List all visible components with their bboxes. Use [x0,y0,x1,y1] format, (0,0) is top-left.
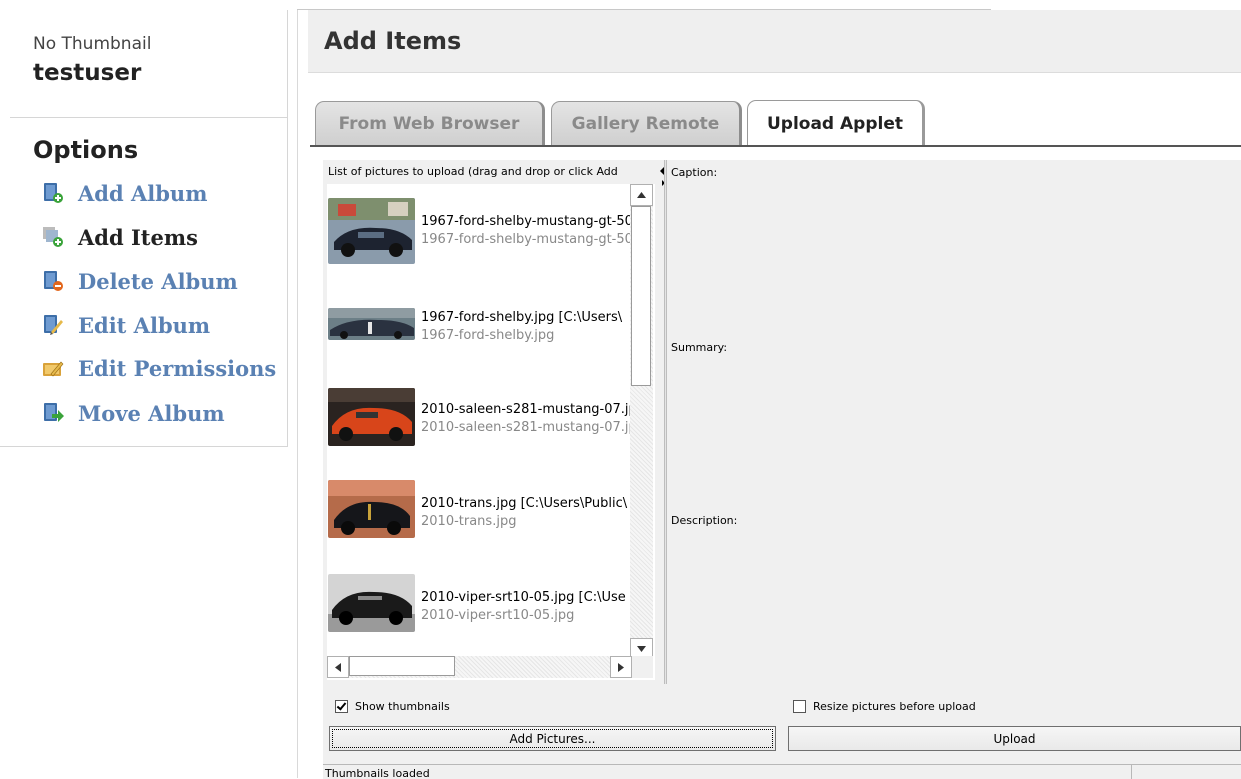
checkbox-box[interactable] [335,700,348,713]
tab-bar-underline [310,145,1241,147]
page-title: Add Items [324,27,462,55]
sidebar-item-add-items[interactable]: Add Items [42,224,198,250]
arrow-right-icon [618,662,624,672]
description-field[interactable] [743,512,1233,662]
sidebar-item-label: Delete Album [78,268,238,294]
sidebar-item-label: Add Album [78,180,208,206]
delete-album-icon [44,271,63,291]
album-owner-name: testuser [33,60,142,86]
arrow-left-icon [335,662,341,672]
file-caption: 1967-ford-shelby-mustang-gt-50 [421,232,633,247]
caption-field[interactable] [743,164,1233,314]
vertical-scrollbar[interactable] [630,184,653,660]
upload-applet: List of pictures to upload (drag and dro… [323,160,1241,779]
resize-pictures-checkbox[interactable]: Resize pictures before upload [793,700,976,713]
sidebar-item-edit-permissions[interactable]: Edit Permissions [42,355,276,381]
album-thumbnail-placeholder: No Thumbnail [33,34,152,54]
horizontal-scroll-thumb[interactable] [349,656,455,676]
sidebar-item-edit-album[interactable]: Edit Album [42,312,210,338]
file-name: 2010-saleen-s281-mustang-07.jp [421,402,633,417]
add-album-icon [44,183,63,203]
caption-label: Caption: [671,166,718,179]
status-text: Thumbnails loaded [323,765,1132,779]
horizontal-scrollbar[interactable] [327,656,632,678]
split-pane-divider[interactable] [664,160,667,684]
sidebar-item-label: Edit Permissions [78,355,277,381]
scroll-left-button[interactable] [327,656,349,678]
picture-thumbnail [328,480,415,538]
sidebar-divider [10,117,287,118]
list-item[interactable]: 2010-viper-srt10-05.jpg [C:\Use 2010-vip… [327,574,637,652]
file-name: 2010-trans.jpg [C:\Users\Public\ [421,496,628,511]
vertical-scroll-thumb[interactable] [631,206,651,386]
tab-from-web-browser[interactable]: From Web Browser [315,101,545,145]
move-album-icon [44,403,64,422]
list-item[interactable]: 2010-saleen-s281-mustang-07.jp 2010-sale… [327,386,637,464]
picture-thumbnail [328,388,415,446]
sidebar-item-delete-album[interactable]: Delete Album [42,268,238,294]
tab-gallery-remote[interactable]: Gallery Remote [551,101,742,145]
summary-field[interactable] [743,338,1233,488]
scroll-up-button[interactable] [630,184,653,206]
summary-label: Summary: [671,341,728,354]
checkbox-box[interactable] [793,700,806,713]
upload-button[interactable]: Upload [788,726,1241,751]
file-name: 2010-viper-srt10-05.jpg [C:\Use [421,590,626,605]
edit-album-icon [44,315,63,335]
description-label: Description: [671,514,738,527]
sidebar-item-label: Edit Album [78,312,211,338]
sidebar-item-move-album[interactable]: Move Album [42,400,225,426]
tab-label: From Web Browser [338,113,520,134]
show-thumbnails-checkbox[interactable]: Show thumbnails [335,700,450,713]
sidebar-item-label: Add Items [78,224,198,250]
file-caption: 1967-ford-shelby.jpg [421,328,555,343]
picture-thumbnail [328,308,415,340]
tab-label: Upload Applet [766,113,904,134]
edit-permissions-icon [43,361,64,377]
sidebar-item-label: Move Album [78,400,225,426]
list-header: List of pictures to upload (drag and dro… [328,165,618,178]
list-item[interactable]: 2010-trans.jpg [C:\Users\Public\ 2010-tr… [327,480,637,558]
picture-thumbnail [328,574,415,632]
tab-upload-applet[interactable]: Upload Applet [747,100,925,146]
arrow-down-icon [637,646,646,652]
file-name: 1967-ford-shelby-mustang-gt-50 [421,214,633,229]
add-pictures-button[interactable]: Add Pictures... [329,726,776,751]
sidebar: No Thumbnail testuser Options Add Album … [0,10,288,447]
checkbox-label: Show thumbnails [355,700,450,713]
sidebar-item-add-album[interactable]: Add Album [42,180,207,206]
status-bar: Thumbnails loaded [323,764,1241,779]
arrow-up-icon [637,192,646,198]
file-caption: 2010-viper-srt10-05.jpg [421,608,575,623]
page-header: Add Items [308,10,1241,73]
options-heading: Options [33,136,139,164]
file-name: 1967-ford-shelby.jpg [C:\Users\ [421,310,623,325]
scrollbar-corner [632,656,653,678]
picture-list[interactable]: 1967-ford-shelby-mustang-gt-50 1967-ford… [327,184,655,680]
button-label: Upload [993,731,1036,746]
column-divider [297,10,298,778]
file-caption: 2010-saleen-s281-mustang-07.jp [421,420,633,435]
list-item[interactable]: 1967-ford-shelby-mustang-gt-50 1967-ford… [327,198,637,276]
checkbox-label: Resize pictures before upload [813,700,976,713]
file-caption: 2010-trans.jpg [421,514,517,529]
add-items-icon [43,227,63,247]
tab-label: Gallery Remote [571,113,720,134]
picture-thumbnail [328,198,415,264]
scroll-right-button[interactable] [610,656,632,678]
list-item[interactable]: 1967-ford-shelby.jpg [C:\Users\ 1967-for… [327,294,637,372]
button-label: Add Pictures... [509,731,596,746]
